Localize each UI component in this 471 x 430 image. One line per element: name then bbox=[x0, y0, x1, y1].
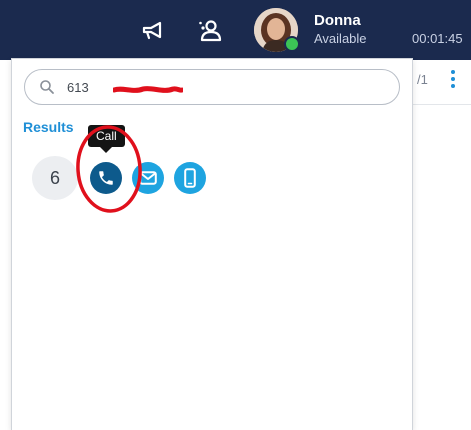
results-heading: Results bbox=[23, 119, 74, 135]
user-availability-status[interactable]: Available bbox=[314, 31, 367, 46]
red-annotation-circle bbox=[76, 125, 142, 213]
megaphone-icon[interactable] bbox=[140, 18, 166, 44]
page-indicator: /1 bbox=[417, 72, 428, 87]
top-navigation-bar: Donna Available 00:01:45 bbox=[0, 0, 471, 60]
search-input[interactable] bbox=[67, 77, 367, 97]
redaction-scribble bbox=[113, 86, 183, 93]
search-icon bbox=[40, 80, 54, 94]
user-name[interactable]: Donna bbox=[314, 12, 361, 29]
vertical-ellipsis-icon[interactable] bbox=[449, 70, 457, 90]
contact-search-panel: Results 6 Call bbox=[11, 58, 413, 430]
call-timer: 00:01:45 bbox=[412, 31, 463, 46]
mobile-phone-icon bbox=[184, 168, 196, 188]
mobile-button[interactable] bbox=[174, 162, 206, 194]
search-box[interactable] bbox=[24, 69, 400, 105]
contacts-icon[interactable] bbox=[197, 18, 223, 44]
online-status-dot bbox=[284, 36, 300, 52]
result-count-badge: 6 bbox=[32, 156, 78, 200]
